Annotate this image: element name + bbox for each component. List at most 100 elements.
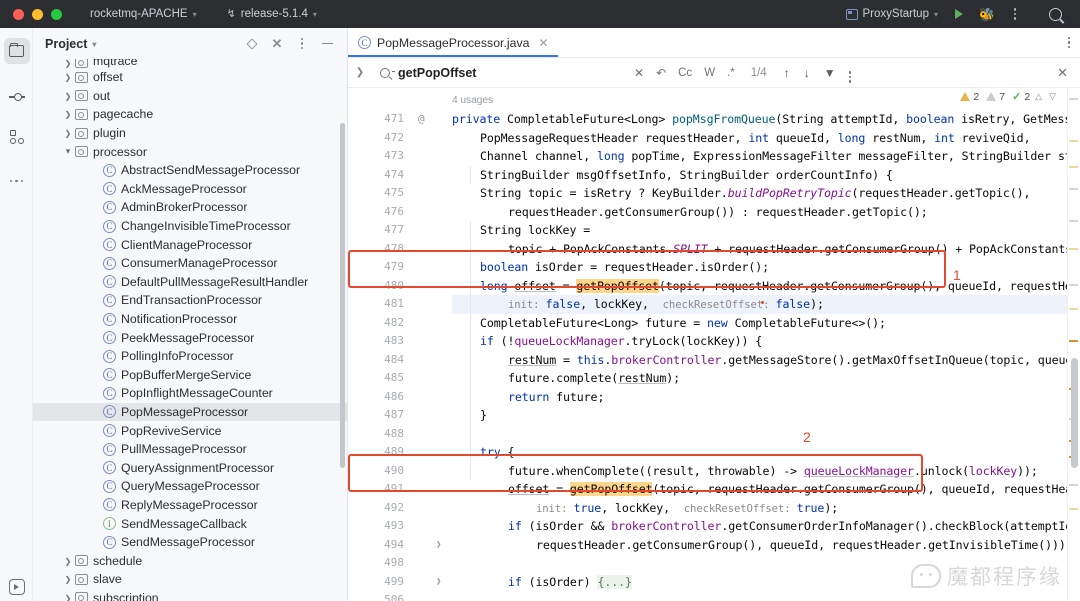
close-panel-button[interactable]: ✕ xyxy=(267,34,287,54)
tree-item[interactable]: I SendMessageCallback xyxy=(33,514,348,533)
tree-item[interactable]: processor xyxy=(33,142,348,161)
tree-item[interactable]: C AdminBrokerProcessor xyxy=(33,198,348,217)
search-input[interactable]: getPopOffset xyxy=(398,66,628,80)
chevron-right-icon[interactable] xyxy=(61,128,75,138)
tab-pop-message-processor[interactable]: C PopMessageProcessor.java ✕ xyxy=(348,28,558,57)
sidebar-item-services[interactable] xyxy=(0,579,33,595)
tree-item[interactable]: C PopReviveService xyxy=(33,421,348,440)
fold-expand-icon[interactable]: ❯ xyxy=(436,536,441,555)
tree-item[interactable]: C ConsumerManageProcessor xyxy=(33,254,348,273)
marker-stripe[interactable] xyxy=(1069,166,1078,168)
marker-stripe[interactable] xyxy=(1069,98,1078,100)
tree-item[interactable]: subscription xyxy=(33,589,348,601)
marker-stripe[interactable] xyxy=(1069,340,1078,342)
close-tab-icon[interactable]: ✕ xyxy=(538,36,548,50)
code-line[interactable]: future.whenComplete((result, throwable) … xyxy=(452,462,1038,481)
code-viewport[interactable]: 471 472 473 474 475 476 477 478 479 480 481 482 483 4… xyxy=(348,88,1080,601)
tree-item[interactable]: C QueryAssignmentProcessor xyxy=(33,458,348,477)
sidebar-item-project[interactable] xyxy=(0,34,33,68)
previous-problem-icon[interactable]: △ xyxy=(1033,91,1044,102)
editor-scrollbar-thumb[interactable] xyxy=(1071,358,1078,468)
sidebar-item-more[interactable] xyxy=(0,164,33,198)
inspection-widget[interactable]: 2 7 ✓ 2 △ ▽ xyxy=(960,90,1058,103)
chevron-right-icon[interactable] xyxy=(61,91,75,101)
fold-gutter[interactable]: @❯❯❯❯ xyxy=(410,88,452,601)
code-line[interactable]: requestHeader.getConsumerGroup()) : requ… xyxy=(452,203,928,222)
sidebar-item-structure[interactable] xyxy=(0,120,33,154)
marker-stripe[interactable] xyxy=(1069,284,1078,286)
tree-item[interactable]: C NotificationProcessor xyxy=(33,310,348,329)
code-line[interactable]: long offset = getPopOffset(topic, reques… xyxy=(452,277,1080,296)
code-line[interactable]: private CompletableFuture<Long> popMsgFr… xyxy=(452,110,1080,129)
match-case-toggle[interactable]: Cc xyxy=(672,67,698,79)
code-line[interactable]: topic + PopAckConstants.SPLIT + requestH… xyxy=(452,240,1080,259)
code-line[interactable]: return future; xyxy=(452,388,604,407)
project-name-selector[interactable]: rocketmq-APACHE ▾ xyxy=(84,4,203,24)
tree-item[interactable]: C SendMessageProcessor xyxy=(33,533,348,552)
code-line[interactable]: restNum = this.brokerController.getMessa… xyxy=(452,351,1080,370)
source-code[interactable]: 4 usages private CompletableFuture<Long> … xyxy=(452,88,1080,601)
code-line[interactable]: init: false, lockKey, checkResetOffset: … xyxy=(452,295,824,314)
chevron-down-icon[interactable]: ▾ xyxy=(92,40,96,49)
tree-item[interactable]: C PeekMessageProcessor xyxy=(33,328,348,347)
regex-toggle[interactable]: .* xyxy=(721,67,741,79)
tree-item[interactable]: offset xyxy=(33,68,348,87)
code-line[interactable]: String lockKey = xyxy=(452,221,590,240)
tree-item[interactable]: C QueryMessageProcessor xyxy=(33,477,348,496)
marker-stripe[interactable] xyxy=(1069,248,1078,250)
close-window-button[interactable] xyxy=(13,8,24,20)
tree-item[interactable]: plugin xyxy=(33,124,348,143)
tree-item[interactable]: C EndTransactionProcessor xyxy=(33,291,348,310)
tree-item[interactable]: pagecache xyxy=(33,105,348,124)
code-line[interactable]: future.complete(restNum); xyxy=(452,369,680,388)
code-line[interactable]: requestHeader.getConsumerGroup(), queueI… xyxy=(452,536,1080,555)
editor-tabs-options-button[interactable] xyxy=(1067,28,1080,57)
words-toggle[interactable]: W xyxy=(698,67,721,79)
panel-options-button[interactable] xyxy=(292,34,312,54)
override-marker-icon[interactable]: @ xyxy=(418,110,425,129)
tree-item[interactable]: C ChangeInvisibleTimeProcessor xyxy=(33,217,348,236)
code-line[interactable]: boolean isOrder = requestHeader.isOrder(… xyxy=(452,258,769,277)
tree-item[interactable]: C AckMessageProcessor xyxy=(33,180,348,199)
tree-item[interactable]: C ClientManageProcessor xyxy=(33,235,348,254)
tree-item[interactable]: slave xyxy=(33,570,348,589)
code-line[interactable]: if (isOrder) {...} xyxy=(452,573,632,592)
marker-stripe[interactable] xyxy=(1069,508,1078,510)
tree-item[interactable]: C ReplyMessageProcessor xyxy=(33,496,348,515)
tree-item[interactable]: C PopInflightMessageCounter xyxy=(33,384,348,403)
expand-find-replace-icon[interactable]: ❯ xyxy=(348,67,372,78)
tree-item[interactable]: C AbstractSendMessageProcessor xyxy=(33,161,348,180)
marker-stripe[interactable] xyxy=(1069,220,1078,222)
search-options-button[interactable] xyxy=(372,67,398,78)
project-tree[interactable]: mqtrace offset out pagecache plugin processor… xyxy=(33,59,348,601)
filter-button[interactable]: ▼ xyxy=(817,66,843,80)
code-line[interactable]: StringBuilder msgOffsetInfo, StringBuild… xyxy=(452,166,893,185)
chevron-right-icon[interactable] xyxy=(61,556,75,566)
chevron-right-icon[interactable] xyxy=(61,593,75,601)
chevron-right-icon[interactable] xyxy=(61,72,75,82)
code-line[interactable]: CompletableFuture<Long> future = new Com… xyxy=(452,314,886,333)
code-line[interactable]: init: true, lockKey, checkResetOffset: t… xyxy=(452,499,838,518)
editor-marker-scrollbar[interactable] xyxy=(1067,88,1080,601)
usages-hint[interactable]: 4 usages xyxy=(452,92,493,111)
code-line[interactable]: if (isOrder && brokerController.getConsu… xyxy=(452,517,1080,536)
marker-stripe[interactable] xyxy=(1069,484,1078,486)
hide-panel-button[interactable] xyxy=(317,34,337,54)
chevron-down-icon[interactable] xyxy=(61,146,75,157)
tree-item[interactable]: schedule xyxy=(33,551,348,570)
tree-item[interactable]: C DefaultPullMessageResultHandler xyxy=(33,273,348,292)
code-line[interactable]: try { xyxy=(452,443,515,462)
code-line[interactable]: if (!queueLockManager.tryLock(lockKey)) … xyxy=(452,332,762,351)
tree-item[interactable]: C PopMessageProcessor xyxy=(33,402,348,422)
tree-item[interactable]: out xyxy=(33,87,348,106)
previous-match-button[interactable]: ↑ xyxy=(777,66,797,80)
chevron-right-icon[interactable] xyxy=(61,574,75,584)
tree-item[interactable]: C PullMessageProcessor xyxy=(33,440,348,459)
branch-selector[interactable]: ↯ release-5.1.4 ▾ xyxy=(221,4,323,24)
run-configuration-selector[interactable]: ProxyStartup ▾ xyxy=(840,6,945,22)
window-controls[interactable] xyxy=(0,8,62,20)
tree-item[interactable]: C PopBufferMergeService xyxy=(33,366,348,385)
next-problem-icon[interactable]: ▽ xyxy=(1047,91,1058,102)
find-more-options-button[interactable] xyxy=(843,63,858,83)
tree-item[interactable]: mqtrace xyxy=(33,59,348,68)
